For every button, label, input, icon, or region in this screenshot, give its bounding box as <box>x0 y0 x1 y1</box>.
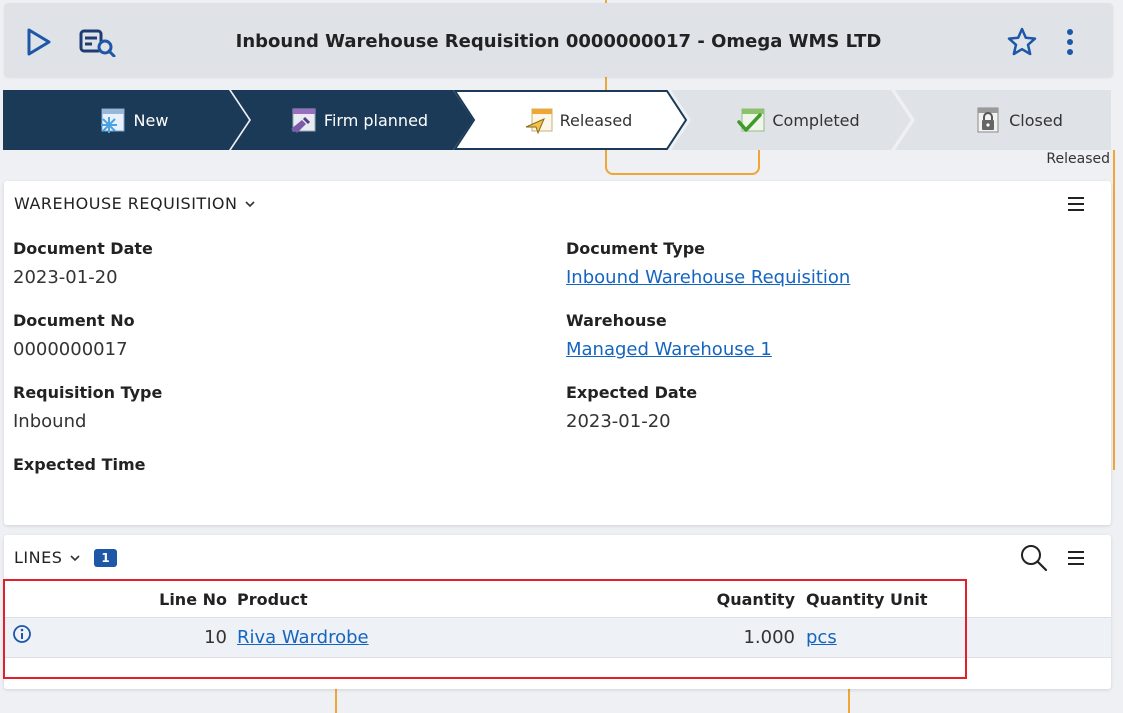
page-title: Inbound Warehouse Requisition 0000000017… <box>235 31 882 52</box>
workflow-step-firm-planned[interactable]: Firm planned <box>263 90 453 150</box>
workflow-step-new[interactable]: New <box>43 90 223 150</box>
warehouse-link[interactable]: Managed Warehouse 1 <box>566 339 772 360</box>
workflow-step-label: Firm planned <box>323 110 429 130</box>
document-date-label: Document Date <box>13 239 153 258</box>
workflow-step-label: Closed <box>1009 110 1063 130</box>
released-status-icon <box>525 108 553 135</box>
requisition-type-value: Inbound <box>13 411 87 432</box>
workflow-step-closed[interactable]: Closed <box>938 90 1098 150</box>
workflow-step-label: New <box>133 110 169 130</box>
cell-line-no: 10 <box>204 627 227 648</box>
lines-count-badge: 1 <box>94 548 118 567</box>
background-line <box>1113 150 1115 470</box>
closed-status-icon <box>977 107 999 133</box>
workflow-step-label: Released <box>559 110 633 130</box>
expected-date-value: 2023-01-20 <box>566 411 671 432</box>
warehouse-label: Warehouse <box>566 311 667 330</box>
document-no-label: Document No <box>13 311 135 330</box>
cell-quantity-unit-link[interactable]: pcs <box>806 627 837 648</box>
lines-section-header[interactable]: LINES 1 <box>14 548 118 567</box>
workflow-steps: New Firm planned Released Completed Clos… <box>3 90 1111 150</box>
section-title: LINES <box>14 548 63 567</box>
status-caption: Released <box>1046 151 1110 167</box>
column-header-product[interactable]: Product <box>237 590 308 609</box>
requisition-panel: WAREHOUSE REQUISITION Document Date 2023… <box>4 181 1111 525</box>
column-header-quantity[interactable]: Quantity <box>694 590 795 609</box>
section-title: WAREHOUSE REQUISITION <box>14 194 238 213</box>
chevron-down-icon <box>70 554 80 561</box>
star-icon[interactable] <box>1007 27 1037 57</box>
search-icon[interactable] <box>1020 544 1048 572</box>
workflow-step-label: Completed <box>772 110 860 130</box>
table-row[interactable]: 10 Riva Wardrobe 1.000 pcs <box>4 617 1111 658</box>
document-date-value: 2023-01-20 <box>13 267 118 288</box>
expected-date-label: Expected Date <box>566 383 698 402</box>
column-header-quantity-unit[interactable]: Quantity Unit <box>806 590 927 609</box>
cell-product-link[interactable]: Riva Wardrobe <box>237 627 369 648</box>
firm-planned-status-icon <box>290 108 316 133</box>
cell-quantity: 1.000 <box>743 627 795 648</box>
document-no-value: 0000000017 <box>13 339 128 360</box>
requisition-type-label: Requisition Type <box>13 383 163 402</box>
document-type-label: Document Type <box>566 239 706 258</box>
page-header: Inbound Warehouse Requisition 0000000017… <box>4 3 1113 77</box>
document-type-link[interactable]: Inbound Warehouse Requisition <box>566 267 850 288</box>
lines-panel: LINES 1 Line No Product Quantity Quantit… <box>4 535 1111 689</box>
completed-status-icon <box>737 108 765 132</box>
info-icon[interactable] <box>12 624 32 644</box>
chevron-down-icon <box>245 200 256 207</box>
new-status-icon <box>100 108 125 133</box>
workflow-step-released[interactable]: Released <box>488 90 668 150</box>
column-header-line-no[interactable]: Line No <box>137 590 227 609</box>
workflow-step-completed[interactable]: Completed <box>708 90 888 150</box>
menu-icon[interactable] <box>1066 548 1086 568</box>
menu-icon[interactable] <box>1066 194 1086 214</box>
more-vertical-icon[interactable] <box>1060 27 1080 57</box>
expected-time-label: Expected Time <box>13 455 146 474</box>
requisition-section-header[interactable]: WAREHOUSE REQUISITION <box>14 194 257 213</box>
